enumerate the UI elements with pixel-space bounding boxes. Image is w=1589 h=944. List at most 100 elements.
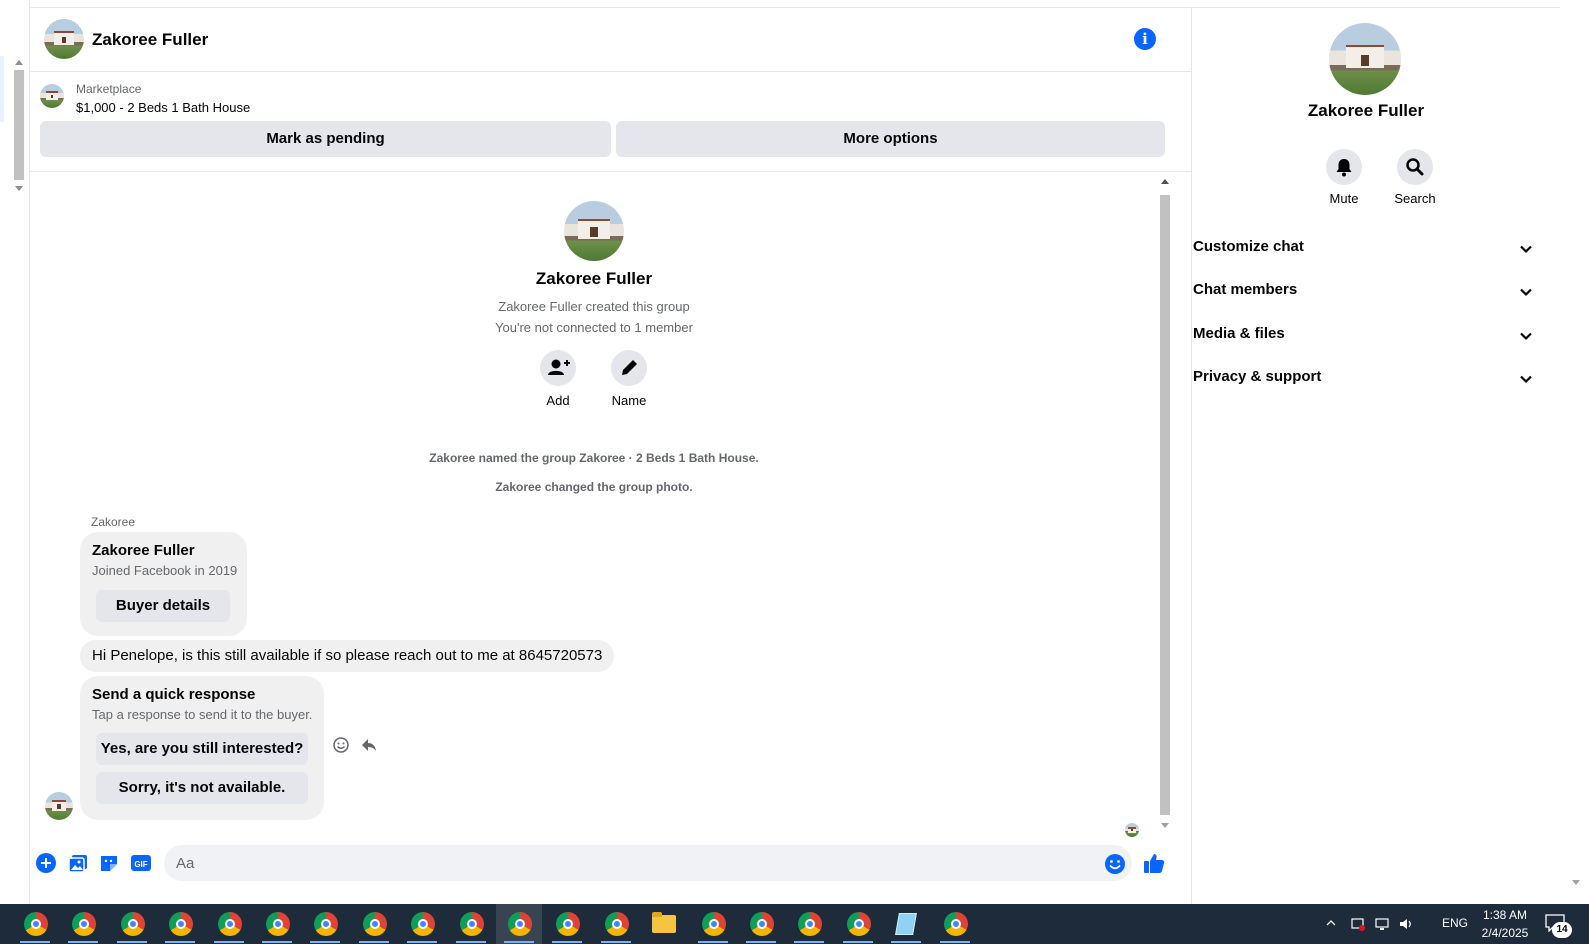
add-label: Add: [546, 393, 570, 408]
scroll-up-arrow[interactable]: [1161, 179, 1169, 184]
running-indicator: [746, 941, 776, 943]
emoji-icon[interactable]: [1104, 853, 1126, 875]
taskbar-chrome-icon[interactable]: [448, 904, 494, 944]
plus-icon[interactable]: [35, 852, 57, 874]
volume-icon[interactable]: [1398, 916, 1414, 932]
system-clock[interactable]: 1:38 AM 2/4/2025: [1470, 906, 1540, 942]
taskbar-chrome-icon[interactable]: [932, 904, 978, 944]
contact-name[interactable]: Zakoree Fuller: [92, 30, 208, 50]
chat-column: Zakoree Fuller i Marketplace $1,000 - 2 …: [30, 8, 1192, 904]
name-label: Name: [611, 393, 647, 408]
react-emoji-icon[interactable]: [332, 736, 350, 754]
thumbs-up-icon[interactable]: [1142, 851, 1166, 875]
scroll-thumb[interactable]: [14, 70, 24, 180]
thread-scrollbar[interactable]: [1158, 173, 1172, 835]
add-member-button[interactable]: [540, 350, 576, 386]
taskbar-chrome-icon[interactable]: [60, 904, 106, 944]
taskbar-chrome-icon[interactable]: [351, 904, 397, 944]
marketplace-listing-bar: Marketplace $1,000 - 2 Beds 1 Bath House…: [30, 72, 1192, 172]
chevron-down-icon: [1520, 288, 1532, 297]
search-label: Search: [1394, 191, 1436, 206]
running-indicator: [601, 941, 631, 943]
reply-icon[interactable]: [360, 736, 378, 754]
taskbar-notepad-icon[interactable]: [883, 904, 929, 944]
taskbar-chrome-icon[interactable]: [544, 904, 590, 944]
chrome-icon: [411, 912, 435, 936]
chrome-icon: [460, 912, 484, 936]
running-indicator: [117, 941, 147, 943]
scroll-down-arrow[interactable]: [1572, 880, 1580, 885]
clock-date: 2/4/2025: [1481, 926, 1529, 940]
taskbar-chrome-icon[interactable]: [157, 904, 203, 944]
mute-label: Mute: [1329, 191, 1359, 206]
info-icon[interactable]: i: [1134, 28, 1156, 50]
listing-title[interactable]: $1,000 - 2 Beds 1 Bath House: [76, 100, 250, 115]
chrome-icon: [169, 912, 193, 936]
scroll-thumb[interactable]: [1160, 195, 1170, 815]
taskbar-chrome-icon[interactable]: [738, 904, 784, 944]
chrome-icon: [556, 912, 580, 936]
section-label: Privacy & support: [1193, 368, 1322, 385]
taskbar-file-explorer-icon[interactable]: [641, 904, 687, 944]
notepad-icon: [895, 913, 917, 935]
name-group-button[interactable]: [611, 350, 647, 386]
chrome-icon: [24, 912, 48, 936]
message-bubble[interactable]: Hi Penelope, is this still available if …: [80, 640, 615, 672]
taskbar-chrome-icon[interactable]: [399, 904, 445, 944]
taskbar-chrome-icon-active[interactable]: [496, 904, 542, 944]
marketplace-label: Marketplace: [76, 82, 142, 96]
message-input[interactable]: [164, 845, 1132, 881]
running-indicator: [359, 941, 389, 943]
buyer-details-button[interactable]: Buyer details: [96, 590, 230, 622]
security-icon[interactable]: [1350, 916, 1366, 932]
running-indicator: [262, 941, 292, 943]
taskbar-chrome-icon[interactable]: [109, 904, 155, 944]
left-scrollbar[interactable]: [12, 58, 26, 198]
chrome-icon: [314, 912, 338, 936]
quick-response-option[interactable]: Sorry, it's not available.: [96, 772, 308, 804]
listing-thumbnail[interactable]: [40, 84, 64, 108]
chevron-down-icon: [1520, 375, 1532, 384]
chrome-icon: [508, 912, 532, 936]
section-privacy-support[interactable]: Privacy & support: [1193, 358, 1539, 398]
message-composer: GIF: [30, 835, 1192, 904]
taskbar-chrome-icon[interactable]: [12, 904, 58, 944]
panel-avatar[interactable]: [1329, 23, 1401, 95]
taskbar-chrome-icon[interactable]: [786, 904, 832, 944]
gif-icon[interactable]: GIF: [130, 852, 152, 874]
section-chat-members[interactable]: Chat members: [1193, 271, 1539, 311]
profile-card: Zakoree Fuller Joined Facebook in 2019 B…: [80, 532, 247, 636]
taskbar-chrome-icon[interactable]: [835, 904, 881, 944]
network-icon[interactable]: [1374, 916, 1390, 932]
sender-avatar[interactable]: [45, 792, 73, 820]
chat-header: Zakoree Fuller i: [30, 8, 1192, 72]
taskbar-chrome-icon[interactable]: [206, 904, 252, 944]
mute-button[interactable]: [1326, 149, 1362, 185]
taskbar-chrome-icon[interactable]: [593, 904, 639, 944]
photo-icon[interactable]: [67, 852, 89, 874]
mark-as-pending-button[interactable]: Mark as pending: [40, 121, 611, 157]
section-media-files[interactable]: Media & files: [1193, 315, 1539, 355]
bell-icon: [1336, 159, 1352, 177]
quick-response-subtitle: Tap a response to send it to the buyer.: [92, 707, 313, 722]
scroll-down-arrow[interactable]: [15, 186, 23, 191]
taskbar-chrome-icon[interactable]: [254, 904, 300, 944]
chrome-icon: [121, 912, 145, 936]
scroll-up-arrow[interactable]: [15, 60, 23, 65]
running-indicator: [940, 941, 970, 943]
language-indicator[interactable]: ENG: [1442, 916, 1468, 930]
page-scrollbar[interactable]: [1560, 0, 1589, 904]
scroll-down-arrow[interactable]: [1161, 823, 1169, 828]
more-options-button[interactable]: More options: [616, 121, 1165, 157]
chevron-down-icon: [1520, 332, 1532, 341]
section-customize-chat[interactable]: Customize chat: [1193, 228, 1539, 268]
quick-response-option[interactable]: Yes, are you still interested?: [96, 733, 308, 765]
group-avatar[interactable]: [564, 201, 624, 261]
sticker-icon[interactable]: [98, 852, 120, 874]
taskbar-chrome-icon[interactable]: [302, 904, 348, 944]
contact-avatar[interactable]: [44, 19, 84, 59]
taskbar-chrome-icon[interactable]: [690, 904, 736, 944]
chevron-up-icon[interactable]: [1326, 918, 1336, 928]
search-button[interactable]: [1397, 149, 1433, 185]
panel-contact-name: Zakoree Fuller: [1307, 101, 1425, 120]
